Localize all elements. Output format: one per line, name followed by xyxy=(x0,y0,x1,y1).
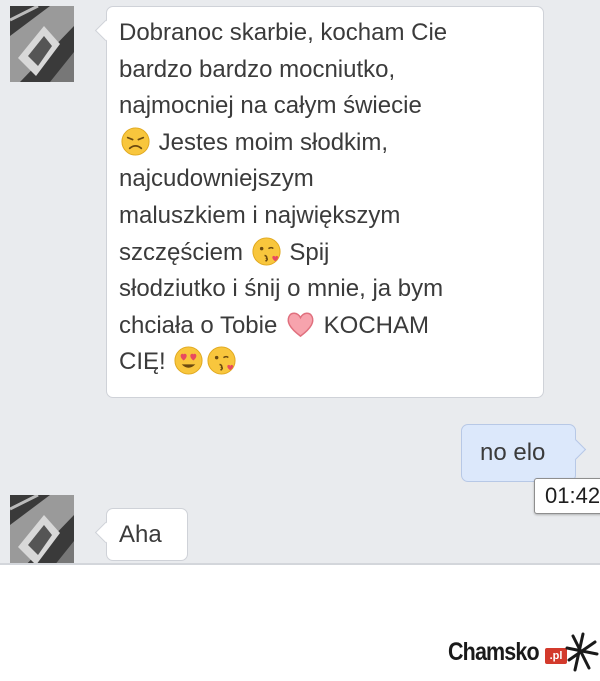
avatar-photo-icon xyxy=(10,6,74,82)
chat-thread: Dobranoc skarbie, kocham Cie bardzo bard… xyxy=(0,0,600,563)
message-text: Dobranoc skarbie, kocham Cie bardzo bard… xyxy=(119,19,448,376)
heart-icon xyxy=(287,312,314,337)
message-text: Aha xyxy=(119,521,162,548)
message-bubble-outgoing: no elo xyxy=(461,424,576,482)
avatar[interactable] xyxy=(10,6,74,82)
message-bubble-incoming: Aha xyxy=(106,508,188,561)
heart-eyes-face-icon xyxy=(174,346,203,375)
avatar-photo-icon xyxy=(10,495,74,563)
divider xyxy=(0,563,600,565)
timestamp-tooltip: 01:42 xyxy=(534,478,600,514)
watermark-tld: .pl xyxy=(545,648,567,664)
disappointed-face-icon xyxy=(121,127,150,156)
message-bubble-incoming: Dobranoc skarbie, kocham Cie bardzo bard… xyxy=(106,6,544,398)
message-text: no elo xyxy=(480,439,546,466)
kissing-face-icon xyxy=(252,237,281,266)
watermark-brand: Chamsko xyxy=(448,638,540,666)
avatar[interactable] xyxy=(10,495,74,563)
chamsko-logo-icon xyxy=(565,632,599,672)
kissing-face-icon xyxy=(207,346,236,375)
